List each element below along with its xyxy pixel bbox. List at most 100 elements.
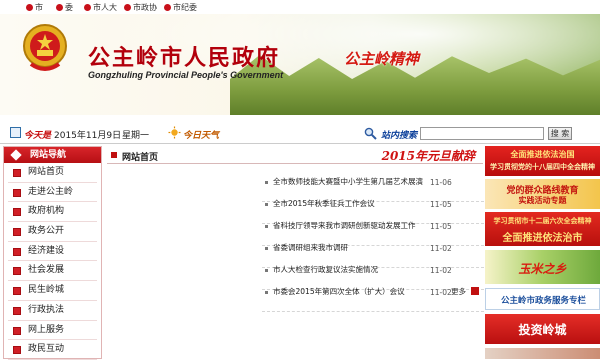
top-link-label: 市 (35, 3, 43, 12)
banner-line: 玉米之乡 (518, 262, 567, 276)
site-title: 公主岭市人民政府 (88, 45, 281, 71)
weather-link[interactable]: 今日天气 (183, 128, 219, 141)
nav-bullet-icon (13, 306, 21, 315)
banner-invest[interactable]: 投资岭城 (485, 314, 600, 344)
news-title[interactable]: 全市2015年秋季征兵工作会议 (273, 199, 423, 208)
news-date: 11-02 (430, 266, 452, 275)
top-link-label: 市政协 (133, 3, 157, 12)
news-bullet-icon (265, 181, 268, 184)
nav-item-label: 网上服务 (28, 324, 65, 335)
calendar-icon (10, 127, 21, 138)
top-link-npc[interactable]: 市人大 (84, 2, 117, 13)
top-link-label: 市人大 (93, 3, 117, 12)
nav-item-economy[interactable]: 经济建设 (8, 242, 97, 262)
nav-item-government-bodies[interactable]: 政府机构 (8, 202, 97, 223)
nav-item-law-enforcement[interactable]: 行政执法 (8, 301, 97, 321)
banner-plenary-session[interactable]: 学习贯彻市十二届六次全会精神 全面推进依法治市 (485, 212, 600, 246)
banner-line: 实践活动专题 (518, 196, 567, 205)
news-title[interactable]: 市人大检查行政复议法实施情况 (273, 265, 423, 274)
top-link-committee[interactable]: 委 (56, 2, 73, 13)
nav-bullet-icon (13, 188, 21, 197)
more-news-link[interactable]: 更多 (451, 286, 466, 297)
nav-item-about[interactable]: 走进公主岭 (8, 183, 97, 203)
news-bullet-icon (265, 269, 268, 272)
banner-line: 公主岭市政务服务专栏 (500, 296, 586, 306)
banner-photo-strip[interactable] (485, 348, 600, 359)
nav-item-label: 政府机构 (28, 206, 65, 217)
site-subtitle: Gongzhuling Provincial People's Governme… (88, 70, 284, 80)
headline-link[interactable]: 2015年元旦献辞 (382, 147, 475, 164)
current-date: 2015年11月9日 (54, 131, 122, 141)
banner-mass-line[interactable]: 党的群众路线教育 实践活动专题 (485, 179, 600, 209)
nav-item-social-development[interactable]: 社会发展 (8, 261, 97, 282)
news-title[interactable]: 省科技厅领导来我市调研创新驱动发展工作 (273, 221, 423, 230)
nav-item-label: 行政执法 (28, 304, 65, 315)
news-bullet-icon (265, 203, 268, 206)
banner-line: 全面推进依法治市 (502, 233, 583, 244)
search-input[interactable] (420, 127, 544, 140)
news-title[interactable]: 省委调研组来我市调研 (273, 243, 423, 252)
national-emblem-icon (23, 24, 67, 71)
nav-item-home[interactable]: 网站首页 (8, 163, 97, 183)
nav-bullet-icon (13, 287, 21, 296)
news-date: 11-05 (430, 200, 452, 209)
right-banner-column: 全面推进依法治国 学习贯彻党的十八届四中全会精神 党的群众路线教育 实践活动专题… (485, 146, 600, 359)
nav-bullet-icon (13, 267, 21, 276)
red-dot-icon (164, 4, 171, 11)
news-date: 11-05 (430, 222, 452, 231)
news-photo-area (111, 170, 259, 320)
main-content: 网站首页 2015年元旦献辞 全市数师技能大赛暨中小学生第几届艺术展演 11-06… (107, 146, 484, 359)
breadcrumb: 网站首页 2015年元旦献辞 (107, 146, 483, 164)
red-dot-icon (26, 4, 33, 11)
nav-item-label: 社会发展 (28, 265, 65, 276)
sun-weather-icon (168, 126, 181, 139)
header-banner: 公主岭市人民政府 Gongzhuling Provincial People's… (0, 14, 600, 115)
diamond-icon (10, 149, 22, 161)
banner-slogan: 公主岭精神 (344, 50, 420, 68)
top-link-discipline[interactable]: 市纪委 (164, 2, 197, 13)
nav-item-label: 政民互动 (28, 344, 65, 355)
site-navigation: 网站导航 网站首页 走进公主岭 政府机构 政务公开 经济建设 社会发展 民生岭城… (3, 146, 102, 360)
banner-line: 学习贯彻市十二届六次全会精神 (493, 217, 592, 225)
sidebar-title: 网站导航 (30, 150, 67, 160)
banner-corn-hometown[interactable]: 玉米之乡 (485, 250, 600, 284)
search-button[interactable]: 搜 索 (548, 127, 572, 140)
nav-item-online-services[interactable]: 网上服务 (8, 321, 97, 341)
today-label: 今天是 (24, 131, 52, 141)
more-arrow-icon[interactable] (471, 287, 479, 295)
nav-bullet-icon (13, 169, 21, 177)
nav-item-livelihood[interactable]: 民生岭城 (8, 281, 97, 301)
top-link-label: 委 (65, 3, 73, 12)
nav-bullet-icon (13, 228, 21, 237)
red-dot-icon (84, 4, 91, 11)
nav-item-public-affairs[interactable]: 政务公开 (8, 222, 97, 242)
nav-item-label: 走进公主岭 (28, 186, 74, 197)
breadcrumb-link[interactable]: 网站首页 (122, 150, 158, 163)
news-date: 11-02 (430, 288, 452, 297)
date-search-bar: 今天是 2015年11月9日 星期一 今日天气 站内搜索 搜 索 (0, 124, 600, 144)
current-weekday: 星期一 (122, 131, 150, 141)
search-icon (364, 127, 377, 140)
news-title[interactable]: 全市数师技能大赛暨中小学生第几届艺术展演 (273, 177, 423, 186)
news-bullet-icon (265, 247, 268, 250)
banner-gov-services[interactable]: 公主岭市政务服务专栏 (485, 288, 600, 310)
top-link-label: 市纪委 (173, 3, 197, 12)
nav-bullet-icon (13, 247, 21, 256)
nav-item-label: 经济建设 (28, 245, 65, 256)
banner-line: 学习贯彻党的十八届四中全会精神 (490, 163, 595, 171)
square-bullet-icon (111, 152, 117, 158)
nav-item-interaction[interactable]: 政民互动 (8, 340, 97, 360)
nav-item-label: 政务公开 (28, 226, 65, 237)
news-date: 11-06 (430, 178, 452, 187)
top-links-bar: 市 委 市人大 市政协 市纪委 (0, 0, 600, 14)
search-label: 站内搜索 (381, 131, 418, 141)
banner-rule-of-law[interactable]: 全面推进依法治国 学习贯彻党的十八届四中全会精神 (485, 146, 600, 176)
top-link-cppcc[interactable]: 市政协 (124, 2, 157, 13)
news-title[interactable]: 市委会2015年第四次全体（扩大）会议 (273, 287, 423, 296)
nav-bullet-icon (13, 346, 21, 355)
news-bullet-icon (265, 291, 268, 294)
top-link-city-committee[interactable]: 市 (26, 2, 43, 13)
sidebar-header: 网站导航 (4, 147, 101, 163)
nav-item-label: 民生岭城 (28, 285, 65, 296)
news-bullet-icon (265, 225, 268, 228)
